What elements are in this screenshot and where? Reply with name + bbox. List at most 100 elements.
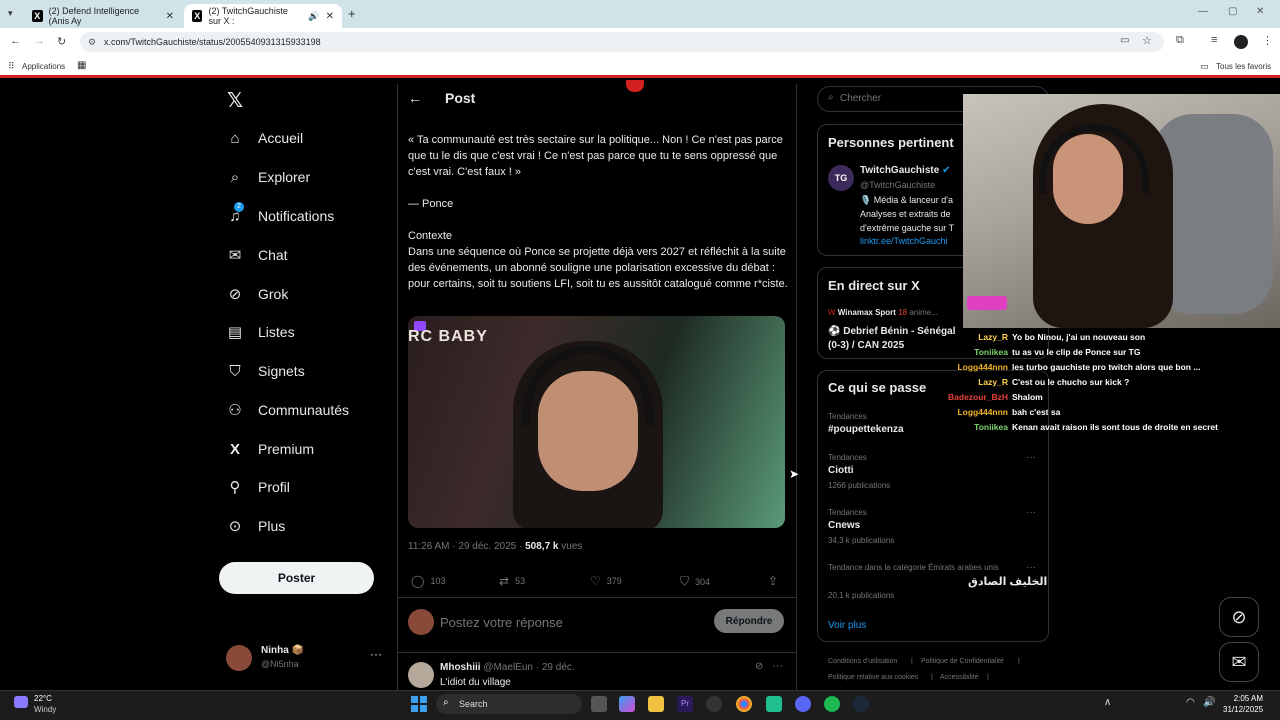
trend-name[interactable]: #poupettekenza: [828, 424, 904, 435]
messages-float-button[interactable]: ✉: [1219, 642, 1259, 682]
account-switcher[interactable]: Ninha 📦 @Ni5nha ···: [226, 643, 386, 673]
back-arrow-icon[interactable]: ←: [408, 90, 422, 106]
more-icon[interactable]: ···: [1026, 562, 1036, 573]
profile-name[interactable]: TwitchGauchiste ✔: [860, 165, 950, 176]
nav-home[interactable]: ⌂ Accueil: [226, 123, 303, 153]
bookmark-star-icon[interactable]: ☆: [1142, 34, 1152, 47]
poster-button[interactable]: Poster: [219, 562, 374, 594]
maximize-icon[interactable]: ▢: [1228, 6, 1237, 17]
minimize-icon[interactable]: —: [1198, 6, 1208, 17]
tab-twitchgauchiste[interactable]: X (2) TwitchGauchiste sur X : 🔊 ✕: [184, 4, 342, 28]
footer-link-terms[interactable]: Conditions d'utilisation: [828, 658, 897, 665]
nav-lists[interactable]: ▤ Listes: [226, 317, 295, 347]
footer-link-privacy[interactable]: Politique de Confidentialité: [921, 658, 1004, 665]
profile-link[interactable]: linktr.ee/TwitchGauchi: [860, 236, 948, 246]
new-tab-icon[interactable]: +: [348, 6, 356, 21]
profile-bio: d'extrême gauche sur T: [860, 223, 955, 233]
task-view-icon[interactable]: [591, 696, 607, 712]
address-bar[interactable]: ⚙ x.com/TwitchGauchiste/status/200554093…: [80, 32, 1164, 52]
avatar[interactable]: TG: [828, 165, 854, 191]
close-window-icon[interactable]: ✕: [1256, 6, 1264, 17]
bookmark-icon: ⛉: [229, 362, 241, 380]
x-logo-icon[interactable]: 𝕏: [227, 88, 243, 113]
audio-icon[interactable]: 🔊: [308, 11, 319, 22]
grok-icon[interactable]: ⊘: [755, 661, 763, 672]
more-icon[interactable]: ···: [1026, 452, 1036, 463]
live-event-title[interactable]: ⚽ Debrief Bénin - Sénégal: [828, 326, 955, 337]
nav-label: Chat: [258, 247, 288, 263]
avatar: [408, 609, 434, 635]
clock-time[interactable]: 2:05 AM: [1233, 694, 1263, 703]
reply-button[interactable]: Répondre: [714, 609, 784, 633]
file-explorer-icon[interactable]: [648, 696, 664, 712]
reload-icon[interactable]: ↻: [57, 35, 66, 48]
close-icon[interactable]: ✕: [166, 11, 174, 22]
media-icon[interactable]: ≡: [1211, 34, 1217, 46]
nav-premium[interactable]: X Premium: [226, 434, 314, 464]
live-event-title[interactable]: (0-3) / CAN 2025: [828, 340, 904, 351]
taskbar-search[interactable]: ⌕ Search: [436, 694, 582, 714]
more-icon[interactable]: ···: [772, 660, 783, 672]
more-icon[interactable]: ···: [370, 647, 382, 661]
tab-search-icon[interactable]: ▾: [8, 8, 13, 19]
apps-icon[interactable]: ⠿: [8, 61, 15, 72]
share-action[interactable]: ⇪: [768, 574, 778, 588]
reply-item[interactable]: Mhoshiii @MaelEun · 29 déc. ⊘ ··· L'idio…: [408, 660, 788, 690]
discord-icon[interactable]: [795, 696, 811, 712]
streamlabs-icon[interactable]: [766, 696, 782, 712]
tray-chevron-icon[interactable]: ∧: [1104, 697, 1111, 708]
tab-defend-intelligence[interactable]: X (2) Defend Intelligence (Anis Ay ✕: [24, 4, 182, 28]
bookmark-applications[interactable]: Applications: [22, 62, 65, 71]
nav-chat[interactable]: ✉ Chat: [226, 240, 288, 270]
post-timestamp: 11:26 AM · 29 déc. 2025 · 508,7 k vues: [408, 541, 583, 552]
more-icon[interactable]: ···: [1026, 507, 1036, 518]
grok-float-button[interactable]: ⊘: [1219, 597, 1259, 637]
nav-communities[interactable]: ⚇ Communautés: [226, 395, 349, 425]
forward-icon[interactable]: →: [34, 35, 45, 47]
trend-name[interactable]: الخليف الصادق: [968, 575, 1047, 588]
column-divider: [397, 84, 398, 690]
network-icon[interactable]: ◠: [1186, 697, 1195, 708]
profile-avatar[interactable]: [1234, 35, 1248, 49]
like-action[interactable]: ♡ 379: [590, 574, 622, 588]
nav-label: Listes: [258, 324, 295, 340]
nav-profile[interactable]: ⚲ Profil: [226, 472, 290, 502]
steam-icon[interactable]: [853, 696, 869, 712]
extensions-icon[interactable]: ⧉: [1176, 34, 1184, 47]
back-icon[interactable]: ←: [10, 35, 21, 47]
clock-date[interactable]: 31/12/2025: [1223, 705, 1263, 714]
tab-groups-icon[interactable]: ▦: [77, 60, 86, 71]
nav-notifications[interactable]: ♫ 2 Notifications: [226, 201, 334, 231]
reply-input[interactable]: [440, 610, 700, 634]
repost-action[interactable]: ⇄ 53: [499, 574, 525, 588]
chrome-icon[interactable]: [736, 696, 752, 712]
start-icon[interactable]: [411, 696, 427, 712]
copilot-icon[interactable]: [619, 696, 635, 712]
post-video[interactable]: RC BABY: [408, 316, 785, 528]
nav-explore[interactable]: ⌕ Explorer: [226, 162, 310, 192]
reply-action[interactable]: ◯ 103: [411, 574, 445, 588]
nav-bookmarks[interactable]: ⛉ Signets: [226, 356, 304, 386]
nav-more[interactable]: ⊙ Plus: [226, 511, 286, 541]
install-icon[interactable]: ▭: [1120, 35, 1129, 46]
weather-desc: Windy: [34, 705, 57, 714]
bookmark-all-favorites[interactable]: Tous les favoris: [1216, 62, 1271, 71]
footer-separator: |: [931, 674, 933, 681]
weather-widget[interactable]: 22°C Windy: [10, 692, 80, 718]
live-host[interactable]: W Winamax Sport 18 anime...: [828, 308, 938, 317]
bookmark-action[interactable]: ⛉ 304: [680, 574, 710, 589]
footer-link-accessibility[interactable]: Accessibilité: [940, 674, 979, 681]
chat-text: Shalom: [1012, 392, 1043, 402]
trend-name[interactable]: Cnews: [828, 520, 860, 531]
nav-grok[interactable]: ⊘ Grok: [226, 279, 289, 309]
spotify-icon[interactable]: [824, 696, 840, 712]
site-info-icon[interactable]: ⚙: [88, 32, 96, 52]
premiere-icon[interactable]: Pr: [677, 696, 693, 712]
obs-icon[interactable]: [706, 696, 722, 712]
menu-icon[interactable]: ⋮: [1262, 34, 1273, 47]
trend-name[interactable]: Ciotti: [828, 465, 854, 476]
close-icon[interactable]: ✕: [326, 11, 334, 22]
footer-link-cookies[interactable]: Politique relative aux cookies: [828, 674, 918, 681]
volume-icon[interactable]: 🔊: [1203, 697, 1215, 708]
show-more-link[interactable]: Voir plus: [828, 620, 866, 631]
